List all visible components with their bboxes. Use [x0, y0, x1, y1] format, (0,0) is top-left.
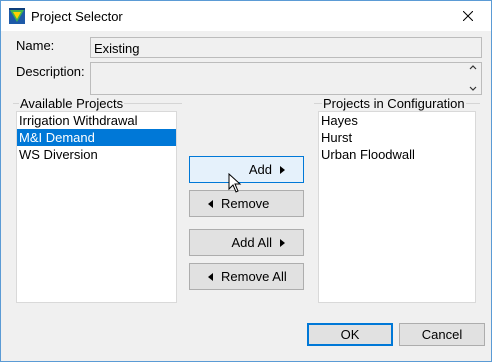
name-label: Name: [16, 38, 55, 53]
arrow-left-icon [208, 199, 213, 208]
list-item[interactable]: WS Diversion [17, 146, 176, 163]
cancel-button[interactable]: Cancel [399, 323, 485, 346]
list-item[interactable]: Urban Floodwall [319, 146, 475, 163]
close-icon [463, 11, 473, 21]
title-bar[interactable]: Project Selector [1, 1, 491, 31]
ok-button-label: OK [340, 327, 360, 342]
description-label: Description: [16, 64, 85, 79]
arrow-left-icon [208, 272, 213, 281]
arrow-right-icon [280, 165, 285, 174]
chevron-down-icon[interactable] [469, 86, 477, 92]
list-item[interactable]: M&I Demand [17, 129, 176, 146]
add-button[interactable]: Add [189, 156, 304, 183]
add-all-button[interactable]: Add All [189, 229, 304, 256]
project-selector-dialog: Project Selector Name: Existing Descript… [0, 0, 492, 362]
description-field[interactable] [90, 62, 482, 95]
mouse-cursor-icon [228, 173, 242, 193]
close-button[interactable] [445, 1, 491, 31]
list-item[interactable]: Irrigation Withdrawal [17, 112, 176, 129]
add-button-label: Add [248, 162, 272, 177]
name-value: Existing [94, 41, 140, 56]
name-field[interactable]: Existing [90, 37, 482, 58]
ok-button[interactable]: OK [307, 323, 393, 346]
configuration-projects-label: Projects in Configuration [322, 96, 466, 111]
configuration-projects-list[interactable]: Hayes Hurst Urban Floodwall [318, 111, 476, 303]
list-item[interactable]: Hayes [319, 112, 475, 129]
arrow-right-icon [280, 238, 285, 247]
app-icon [9, 8, 25, 24]
cancel-button-label: Cancel [421, 327, 463, 342]
available-projects-list[interactable]: Irrigation Withdrawal M&I Demand WS Divers… [16, 111, 177, 303]
remove-all-button[interactable]: Remove All [189, 263, 304, 290]
remove-button[interactable]: Remove [189, 190, 304, 217]
available-projects-label: Available Projects [19, 96, 125, 111]
description-scrollbar[interactable] [466, 64, 480, 92]
remove-button-label: Remove [221, 196, 270, 211]
list-item[interactable]: Hurst [319, 129, 475, 146]
window-title: Project Selector [31, 9, 123, 24]
chevron-up-icon[interactable] [469, 64, 477, 70]
remove-all-button-label: Remove All [221, 269, 287, 284]
add-all-button-label: Add All [231, 235, 272, 250]
